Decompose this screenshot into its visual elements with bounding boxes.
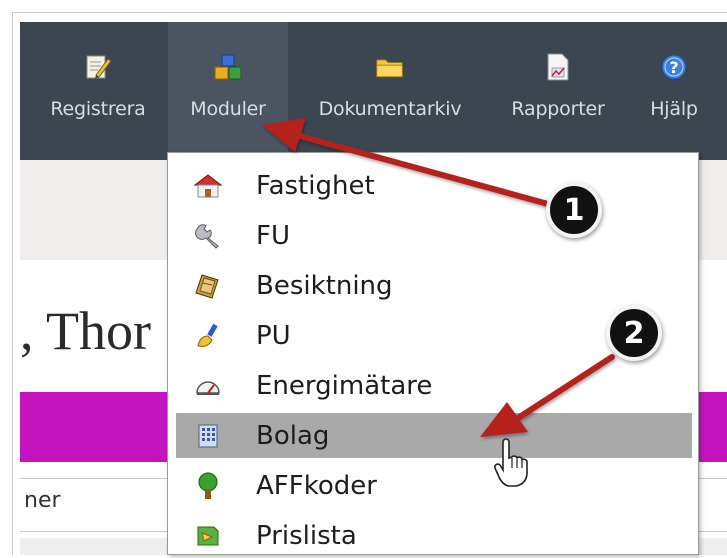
report-chart-icon: [543, 52, 573, 82]
menu-item-label: PU: [256, 320, 291, 351]
toolbar-dokumentarkiv[interactable]: Dokumentarkiv: [300, 22, 480, 160]
book-icon: [188, 266, 228, 306]
tree-icon: [188, 466, 228, 506]
toolbar-label: Registrera: [50, 98, 146, 120]
main-toolbar: Registrera Moduler Dokumentarkiv Rapport…: [20, 22, 727, 160]
menu-item-label: AFFkoder: [256, 470, 377, 501]
menu-item-besiktning[interactable]: Besiktning: [176, 263, 692, 308]
menu-item-label: FU: [256, 220, 290, 251]
paintbrush-icon: [188, 316, 228, 356]
menu-item-prislista[interactable]: Prislista: [176, 513, 692, 558]
menu-item-label: Bolag: [256, 420, 330, 451]
toolbar-label: Moduler: [190, 98, 266, 120]
wrench-icon: [188, 216, 228, 256]
toolbar-rapporter[interactable]: Rapporter: [498, 22, 618, 160]
menu-item-label: Prislista: [256, 520, 357, 551]
menu-item-energimatare[interactable]: Energimätare: [176, 363, 692, 408]
toolbar-label: Hjälp: [650, 98, 698, 120]
blocks-icon: [213, 52, 243, 82]
menu-item-affkoder[interactable]: AFFkoder: [176, 463, 692, 508]
step-badge-2: 2: [606, 305, 662, 361]
house-icon: [188, 166, 228, 206]
input-text-fragment: ner: [24, 488, 61, 513]
menu-item-label: Besiktning: [256, 270, 393, 301]
folder-icon: [375, 52, 405, 82]
menu-item-fastighet[interactable]: Fastighet: [176, 163, 692, 208]
toolbar-hjalp[interactable]: ? Hjälp: [634, 22, 714, 160]
svg-text:?: ?: [669, 58, 678, 77]
step-badge-1: 1: [546, 182, 602, 238]
building-icon: [188, 416, 228, 456]
toolbar-moduler[interactable]: Moduler: [168, 22, 288, 160]
menu-item-fu[interactable]: FU: [176, 213, 692, 258]
menu-item-label: Energimätare: [256, 370, 433, 401]
toolbar-label: Rapporter: [511, 98, 605, 120]
gauge-icon: [188, 366, 228, 406]
notepad-pencil-icon: [83, 52, 113, 82]
pricelist-icon: [188, 516, 228, 556]
menu-item-bolag[interactable]: Bolag: [176, 413, 692, 458]
toolbar-registrera[interactable]: Registrera: [34, 22, 162, 160]
help-icon: ?: [659, 52, 689, 82]
toolbar-label: Dokumentarkiv: [318, 98, 462, 120]
page-heading: , Thor: [20, 301, 151, 361]
menu-item-label: Fastighet: [256, 170, 375, 201]
